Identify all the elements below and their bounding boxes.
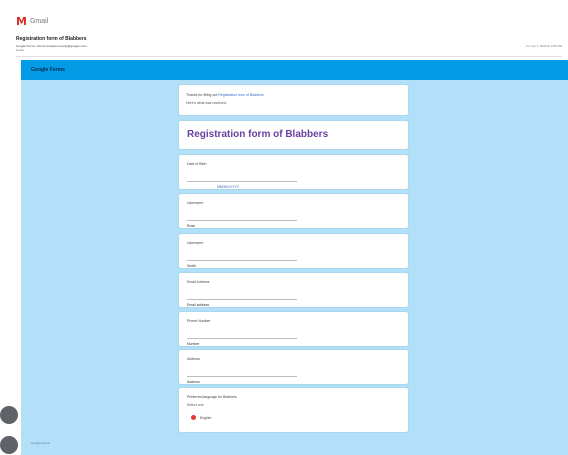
question-label: Address [187,357,200,361]
answer-field: Smith [187,254,297,268]
answer-field: Number [187,332,297,346]
question-sublabel: Select one [187,403,204,407]
option-label: English [200,415,212,420]
thanks-subtext: Here's what was received. [186,101,227,105]
question-card-address: Address Address [179,350,408,384]
question-card-language: Preferred language for Blabbers Select o… [179,388,408,432]
answer-value: Smith [187,264,196,268]
answer-field: Email address [187,293,297,307]
form-title: Registration form of Blabbers [187,129,329,140]
radio-selected-icon [191,415,196,420]
gmail-wordmark: Gmail [29,18,49,25]
question-card-surname: Username Smith [179,234,408,268]
question-card-phone: Phone Number Number [179,312,408,346]
thanks-line: Thanks for filling out Registration form… [186,93,264,97]
question-label: Preferred language for Blabbers [187,395,237,399]
email-date: Fri, Apr 7, 2023 at 3:45 PM [526,44,562,48]
sender: Google Forms <forms-receipts-noreply@goo… [16,44,88,48]
question-card-username: Username Rose [179,194,408,228]
selected-option: English [191,415,211,420]
floating-action-icon[interactable] [0,406,18,424]
question-label: Username [187,241,204,245]
thanks-prefix: Thanks for filling out [186,93,219,97]
question-label: Email Address [187,280,210,284]
email-subject: Registration form of Blabbers [16,36,87,42]
question-label: Date of Birth [187,162,207,166]
forms-footer: Google Forms [31,441,51,445]
dob-answer-field: MM/DD/YYYY [187,175,297,189]
question-card-email: Email Address Email address [179,273,408,307]
answer-value: Rose [187,224,196,228]
answer-value: Number [187,342,200,346]
answer-field: Rose [187,214,297,228]
sender-info: Google Forms <forms-receipts-noreply@goo… [16,44,88,52]
answer-value: Address [187,380,200,384]
question-card-dob: Date of Birth MM/DD/YYYY [179,155,408,189]
answer-value: MM/DD/YYYY [217,185,240,189]
forms-header-bar: Google Forms [21,60,568,80]
question-label: Phone Number [187,319,211,323]
recipient[interactable]: to me [16,48,88,52]
header-divider [16,56,562,57]
gmail-m-icon: M [16,15,27,28]
email-body: Google Forms Thanks for filling out Regi… [21,60,568,455]
gmail-logo[interactable]: M Gmail [16,16,48,27]
forms-brand: Google Forms [31,67,65,73]
form-title-card: Registration form of Blabbers [179,121,408,149]
floating-action-icon[interactable] [0,436,18,454]
form-link[interactable]: Registration form of Blabbers [218,93,263,97]
answer-field: Address [187,370,297,384]
question-label: Username [187,201,204,205]
answer-value: Email address [187,303,210,307]
thanks-card: Thanks for filling out Registration form… [179,85,408,115]
